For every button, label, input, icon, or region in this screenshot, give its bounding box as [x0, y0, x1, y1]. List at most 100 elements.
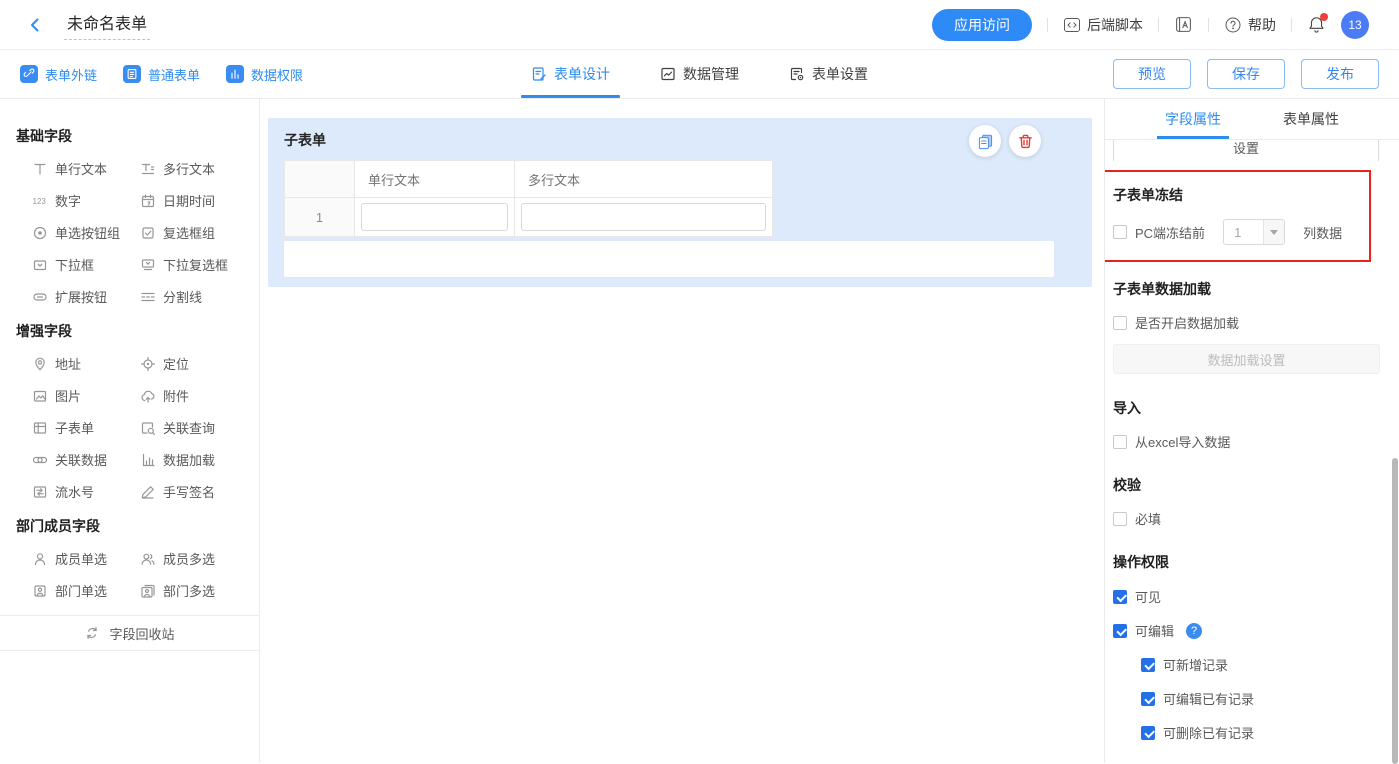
palette-item-dept-multi[interactable]: 部门多选 — [140, 582, 252, 599]
help-tooltip-icon[interactable]: ? — [1186, 623, 1202, 639]
properties-tabs: 字段属性 表单属性 — [1105, 99, 1399, 140]
palette-item-label: 数据加载 — [163, 450, 215, 469]
delete-widget-button[interactable] — [1009, 125, 1041, 157]
properties-tab-field[interactable]: 字段属性 — [1165, 99, 1221, 139]
palette-item-linked-query[interactable]: 关联查询 — [140, 419, 252, 436]
palette-item-number[interactable]: 123数字 — [32, 192, 140, 209]
toolbar-item-label: 表单外链 — [45, 65, 97, 84]
palette-item-multi-line-text[interactable]: 多行文本 — [140, 160, 252, 177]
code-icon — [1063, 16, 1081, 34]
palette-item-label: 单选按钮组 — [55, 223, 120, 242]
tab-form-design[interactable]: 表单设计 — [529, 50, 612, 98]
permission-checkbox[interactable] — [1141, 658, 1155, 672]
form-title[interactable]: 未命名表单 — [64, 10, 150, 40]
radio-group-icon — [32, 225, 48, 241]
permission-checkbox[interactable] — [1141, 692, 1155, 706]
field-recycle-bin[interactable]: 字段回收站 — [0, 615, 259, 651]
toolbar-item-data-permission[interactable]: 数据权限 — [226, 65, 303, 84]
api-docs-icon[interactable] — [1174, 15, 1193, 34]
required-checkbox[interactable] — [1113, 512, 1127, 526]
dropdown-multi-icon — [140, 257, 156, 273]
palette-item-single-line-text[interactable]: 单行文本 — [32, 160, 140, 177]
palette-item-linked-data[interactable]: 关联数据 — [32, 451, 140, 468]
permission-row: 可删除已有记录 — [1141, 723, 1399, 742]
properties-tab-form[interactable]: 表单属性 — [1283, 99, 1339, 139]
highlight-annotation-box: 子表单冻结 PC端冻结前 1 列数据 — [1105, 170, 1371, 262]
single-line-text-icon — [32, 161, 48, 177]
palette-item-dropdown-multi[interactable]: 下拉复选框 — [140, 256, 252, 273]
tab-form-settings[interactable]: 表单设置 — [787, 50, 870, 98]
toolbar-item-external-link[interactable]: 表单外链 — [20, 65, 97, 84]
subform-column-header: 单行文本 — [355, 161, 515, 198]
address-icon — [32, 356, 48, 372]
palette-item-datetime[interactable]: 日期时间 — [140, 192, 252, 209]
properties-scroll-area: 设置 子表单冻结 PC端冻结前 1 列数据 子表单数据加载 是否开启数据加载 — [1105, 140, 1399, 762]
permission-label: 可编辑 — [1135, 621, 1174, 640]
chevron-down-icon — [1263, 220, 1284, 244]
palette-item-image[interactable]: 图片 — [32, 387, 140, 404]
help-item[interactable]: 帮助 — [1224, 15, 1276, 35]
copy-widget-button[interactable] — [969, 125, 1001, 157]
back-icon[interactable] — [26, 16, 44, 34]
app-access-button[interactable]: 应用访问 — [932, 9, 1032, 41]
section-title-freeze: 子表单冻结 — [1113, 185, 1369, 205]
palette-item-signature[interactable]: 手写签名 — [140, 483, 252, 500]
panel-scrollbar[interactable] — [1392, 458, 1398, 764]
palette-item-dropdown[interactable]: 下拉框 — [32, 256, 140, 273]
signature-icon — [140, 484, 156, 500]
linked-query-icon — [140, 420, 156, 436]
palette-item-attachment[interactable]: 附件 — [140, 387, 252, 404]
freeze-columns-select[interactable]: 1 — [1223, 219, 1285, 245]
palette-item-dept-single[interactable]: 部门单选 — [32, 582, 140, 599]
section-title-permissions: 操作权限 — [1113, 552, 1399, 572]
tab-data-management[interactable]: 数据管理 — [658, 50, 741, 98]
permission-checkbox[interactable] — [1113, 590, 1127, 604]
save-button[interactable]: 保存 — [1207, 59, 1285, 89]
palette-item-data-load[interactable]: 数据加载 — [140, 451, 252, 468]
palette-item-label: 图片 — [55, 386, 81, 405]
palette-item-member-multi[interactable]: 成员多选 — [140, 550, 252, 567]
external-link-icon — [20, 65, 38, 83]
permission-checkbox[interactable] — [1141, 726, 1155, 740]
palette-item-label: 多行文本 — [163, 159, 215, 178]
subform-index-header — [285, 161, 355, 198]
palette-item-label: 部门单选 — [55, 581, 107, 600]
secondary-toolbar: 表单外链 普通表单 数据权限 表单设计 数据管理 表单设置 预览保存发布 — [0, 50, 1399, 99]
publish-button[interactable]: 发布 — [1301, 59, 1379, 89]
palette-item-label: 定位 — [163, 354, 189, 373]
palette-item-serial-number[interactable]: 流水号 — [32, 483, 140, 500]
pc-freeze-checkbox[interactable] — [1113, 225, 1127, 239]
palette-item-checkbox-group[interactable]: 复选框组 — [140, 224, 252, 241]
palette-item-address[interactable]: 地址 — [32, 355, 140, 372]
palette-item-label: 扩展按钮 — [55, 287, 107, 306]
dept-single-icon — [32, 583, 48, 599]
palette-item-location[interactable]: 定位 — [140, 355, 252, 372]
preview-button[interactable]: 预览 — [1113, 59, 1191, 89]
palette-item-label: 地址 — [55, 354, 81, 373]
subform-cell-input[interactable] — [361, 203, 508, 231]
excel-import-checkbox[interactable] — [1113, 435, 1127, 449]
palette-item-radio-group[interactable]: 单选按钮组 — [32, 224, 140, 241]
enable-data-load-checkbox[interactable] — [1113, 316, 1127, 330]
image-icon — [32, 388, 48, 404]
section-title-import: 导入 — [1113, 398, 1399, 418]
permission-checkbox[interactable] — [1113, 624, 1127, 638]
subform-widget[interactable]: 子表单 单行文本多行文本 1 — [268, 118, 1092, 287]
avatar[interactable]: 13 — [1341, 11, 1369, 39]
plain-form-icon — [123, 65, 141, 83]
data-management-icon — [660, 66, 676, 82]
subform-cell-input[interactable] — [521, 203, 766, 231]
palette-item-divider-line[interactable]: 分割线 — [140, 288, 252, 305]
freeze-columns-value: 1 — [1224, 220, 1263, 244]
notification-bell-icon[interactable] — [1307, 15, 1326, 34]
toolbar-item-plain-form[interactable]: 普通表单 — [123, 65, 200, 84]
subform-footer-area — [284, 241, 1054, 277]
palette-item-member-single[interactable]: 成员单选 — [32, 550, 140, 567]
form-canvas[interactable]: 子表单 单行文本多行文本 1 — [260, 99, 1104, 763]
data-load-settings-button[interactable]: 数据加载设置 — [1113, 344, 1380, 374]
backend-script-item[interactable]: 后端脚本 — [1063, 15, 1143, 35]
settings-button[interactable]: 设置 — [1113, 140, 1379, 161]
palette-item-subform[interactable]: 子表单 — [32, 419, 140, 436]
top-bar: 未命名表单 应用访问 后端脚本 帮助 13 — [0, 0, 1399, 50]
palette-item-extend-button[interactable]: 扩展按钮 — [32, 288, 140, 305]
